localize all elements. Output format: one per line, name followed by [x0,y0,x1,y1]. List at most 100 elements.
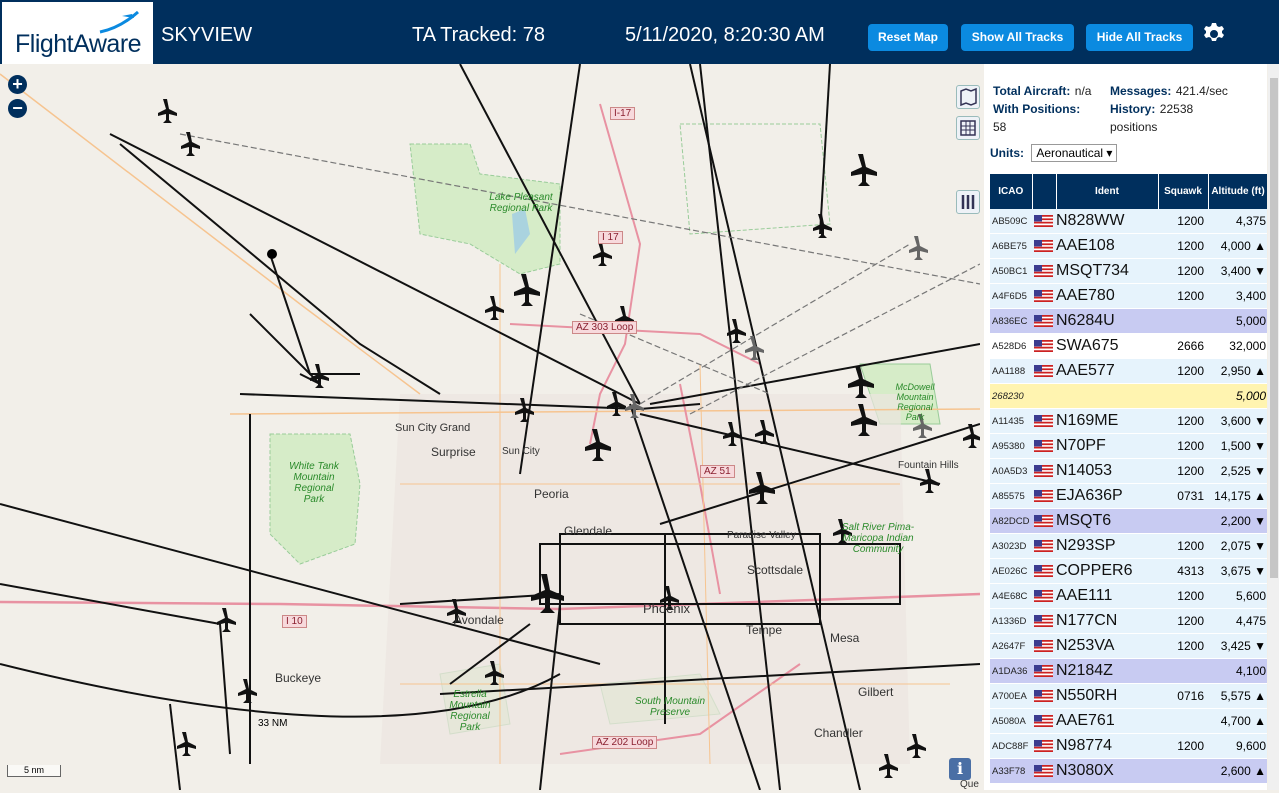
altitude-cell: 5,575 ▲ [1208,683,1267,709]
squawk-cell [1158,758,1208,784]
flag-cell [1032,583,1056,609]
altitude-cell: 4,100 [1208,658,1267,684]
table-row[interactable]: ADC88F N98774 1200 9,600 [990,733,1267,759]
table-row[interactable]: AE026C COPPER6 4313 3,675 ▼ [990,558,1267,584]
units-row: Units: Aeronautical ▾ [990,144,1118,162]
toggle-sidebar-button[interactable] [956,190,980,214]
ident-cell: AAE577 [1056,358,1158,384]
table-row[interactable]: A2647F N253VA 1200 3,425 ▼ [990,633,1267,659]
squawk-cell: 1200 [1158,608,1208,634]
stat-total-aircraft: Total Aircraft: n/a [993,84,1092,98]
col-icao[interactable]: ICAO [990,174,1033,209]
ident-cell: N169ME [1056,408,1158,434]
table-row[interactable]: A836EC N6284U 5,000 [990,308,1267,334]
us-flag-icon [1034,739,1053,752]
us-flag-icon [1034,364,1053,377]
zoom-out-button[interactable]: − [8,99,27,118]
table-row[interactable]: A0A5D3 N14053 1200 2,525 ▼ [990,458,1267,484]
icao-cell: A33F78 [990,758,1032,784]
flag-cell [1032,733,1056,759]
table-row[interactable]: A33F78 N3080X 2,600 ▲ [990,758,1267,784]
park-label: White Tank Mountain Regional Park [289,461,339,505]
table-row[interactable]: A82DCD MSQT6 2,200 ▼ [990,508,1267,534]
map-layer-button[interactable] [956,85,980,109]
table-row[interactable]: A95380 N70PF 1200 1,500 ▼ [990,433,1267,459]
altitude-cell: 3,675 ▼ [1208,558,1267,584]
table-row[interactable]: AA1188 AAE577 1200 2,950 ▲ [990,358,1267,384]
table-row[interactable]: A4E68C AAE111 1200 5,600 [990,583,1267,609]
altitude-cell: 5,000 [1208,308,1267,334]
table-row[interactable]: A4F6D5 AAE780 1200 3,400 [990,283,1267,309]
flag-cell [1032,209,1056,234]
map-canvas[interactable] [0,64,980,790]
col-flag[interactable] [1032,174,1057,209]
us-flag-icon [1034,639,1053,652]
gear-icon[interactable] [1202,22,1226,46]
current-datetime: 5/11/2020, 8:20:30 AM [625,24,825,46]
icao-cell: A5080A [990,708,1032,734]
us-flag-icon [1034,289,1053,302]
zoom-in-button[interactable]: + [8,75,27,94]
flag-cell [1032,483,1056,509]
squawk-cell: 1200 [1158,583,1208,609]
ident-cell: N14053 [1056,458,1158,484]
table-row[interactable]: A11435 N169ME 1200 3,600 ▼ [990,408,1267,434]
col-ident[interactable]: Ident [1056,174,1159,209]
grid-layer-button[interactable] [956,116,980,140]
city-label: Mesa [830,631,860,645]
map-view[interactable]: + − I-17 I 17 AZ 303 Loop AZ 51 I 10 AZ … [0,64,980,790]
table-row[interactable]: 268230 5,000 [990,383,1267,409]
squawk-cell: 0716 [1158,683,1208,709]
ident-cell: N6284U [1056,308,1158,334]
icao-cell: A0A5D3 [990,458,1032,484]
table-row[interactable]: AB509C N828WW 1200 4,375 [990,209,1267,234]
icao-cell: AE026C [990,558,1032,584]
aircraft-table-body: AB509C N828WW 1200 4,375 A6BE75 AAE108 1200 4,0… [990,209,1267,784]
table-row[interactable]: A5080A AAE761 4,700 ▲ [990,708,1267,734]
us-flag-icon [1034,264,1053,277]
panel-scrollbar-thumb[interactable] [1270,78,1278,578]
ident-cell: N550RH [1056,683,1158,709]
park-label: Salt River Pima-Maricopa Indian Communit… [841,522,915,555]
show-all-tracks-button[interactable]: Show All Tracks [961,24,1074,51]
grid-icon [960,120,976,136]
table-row[interactable]: A3023D N293SP 1200 2,075 ▼ [990,533,1267,559]
table-row[interactable]: A50BC1 MSQT734 1200 3,400 ▼ [990,258,1267,284]
reset-map-button[interactable]: Reset Map [868,24,948,51]
altitude-cell: 5,600 [1208,583,1267,609]
table-header-row: ICAO Ident Squawk Altitude (ft) [990,174,1267,209]
us-flag-icon [1034,614,1053,627]
us-flag-icon [1034,514,1053,527]
stat-messages: Messages: 421.4/sec [1110,84,1228,98]
units-select[interactable]: Aeronautical ▾ [1031,144,1118,162]
table-row[interactable]: A1336D N177CN 1200 4,475 [990,608,1267,634]
ident-cell: N177CN [1056,608,1158,634]
table-row[interactable]: A528D6 SWA675 2666 32,000 [990,333,1267,359]
squawk-cell: 2666 [1158,333,1208,359]
squawk-cell: 1200 [1158,733,1208,759]
altitude-cell: 32,000 [1208,333,1267,359]
hide-all-tracks-button[interactable]: Hide All Tracks [1086,24,1193,51]
icao-cell: A85575 [990,483,1032,509]
table-row[interactable]: A6BE75 AAE108 1200 4,000 ▲ [990,233,1267,259]
aircraft-panel: Total Aircraft: n/a Messages: 421.4/sec … [984,64,1267,790]
icao-cell: A95380 [990,433,1032,459]
icao-cell: A50BC1 [990,258,1032,284]
table-row[interactable]: A700EA N550RH 0716 5,575 ▲ [990,683,1267,709]
us-flag-icon [1034,314,1053,327]
table-row[interactable]: A85575 EJA636P 0731 14,175 ▲ [990,483,1267,509]
info-button[interactable]: i [949,758,971,780]
park-label: McDowell Mountain Regional Park [895,382,935,422]
col-altitude[interactable]: Altitude (ft) [1208,174,1267,209]
squawk-cell: 1200 [1158,633,1208,659]
ident-cell: N828WW [1056,209,1158,234]
aircraft-table: ICAO Ident Squawk Altitude (ft) AB509C N8… [990,174,1267,784]
col-squawk[interactable]: Squawk [1158,174,1209,209]
ident-cell: AAE780 [1056,283,1158,309]
altitude-cell: 3,400 [1208,283,1267,309]
flightaware-logo[interactable]: FlightAware [2,2,153,64]
table-row[interactable]: A1DA36 N2184Z 4,100 [990,658,1267,684]
flag-cell [1032,683,1056,709]
map-scale: 5 nm [7,765,61,777]
icao-cell: A836EC [990,308,1032,334]
